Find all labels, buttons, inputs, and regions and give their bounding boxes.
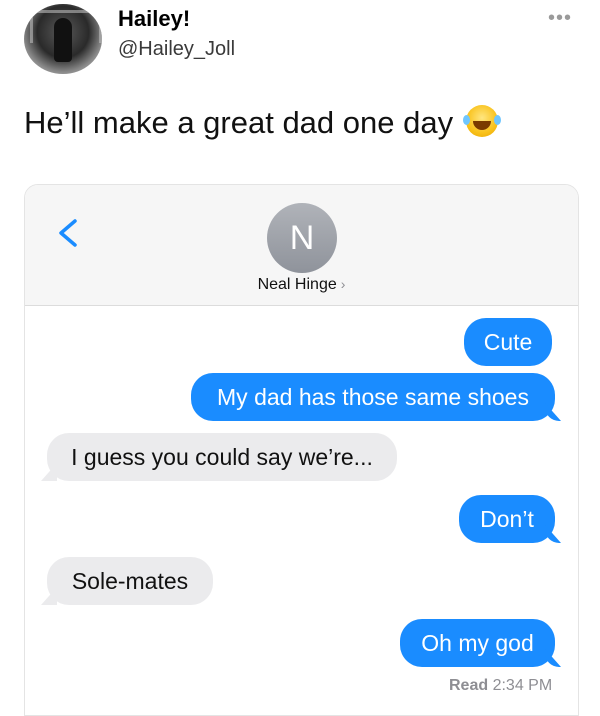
message-text: My dad has those same shoes — [217, 383, 529, 410]
tweet-header: Hailey! @Hailey_Joll ••• — [0, 0, 600, 90]
tweet-text-content: He’ll make a great dad one day — [24, 105, 454, 140]
message-bubble-received[interactable]: I guess you could say we’re... — [47, 433, 397, 481]
message-bubble-sent[interactable]: Cute — [464, 318, 552, 366]
message-bubble-received[interactable]: Sole-mates — [47, 557, 213, 605]
read-label: Read — [449, 677, 489, 694]
contact-name-label: Neal Hinge — [257, 276, 337, 293]
imessage-screenshot: N Neal Hinge › Cute My dad has those same… — [24, 184, 579, 716]
tweet-text: He’ll make a great dad one day — [24, 105, 498, 141]
user-handle[interactable]: @Hailey_Joll — [118, 38, 235, 61]
user-avatar[interactable] — [24, 4, 102, 74]
read-receipt: Read 2:34 PM — [449, 677, 552, 695]
read-time: 2:34 PM — [492, 677, 553, 694]
message-text: Cute — [483, 328, 533, 355]
chevron-right-icon: › — [340, 276, 346, 292]
chevron-left-icon[interactable] — [49, 213, 89, 253]
message-text: I guess you could say we’re... — [71, 443, 373, 470]
message-text: Sole-mates — [71, 567, 189, 594]
message-bubble-sent[interactable]: Don’t — [459, 495, 555, 543]
display-name[interactable]: Hailey! — [118, 6, 190, 32]
message-text: Don’t — [480, 505, 534, 532]
message-bubble-sent[interactable]: Oh my god — [400, 619, 555, 667]
laughing-emoji-icon — [462, 105, 498, 137]
more-horizontal-icon[interactable]: ••• — [548, 8, 572, 28]
message-text: Oh my god — [421, 629, 534, 656]
contact-avatar[interactable]: N — [267, 203, 337, 273]
contact-name[interactable]: Neal Hinge › — [25, 276, 578, 294]
message-nav-bar: N Neal Hinge › — [25, 185, 578, 306]
message-bubble-sent[interactable]: My dad has those same shoes — [191, 373, 555, 421]
